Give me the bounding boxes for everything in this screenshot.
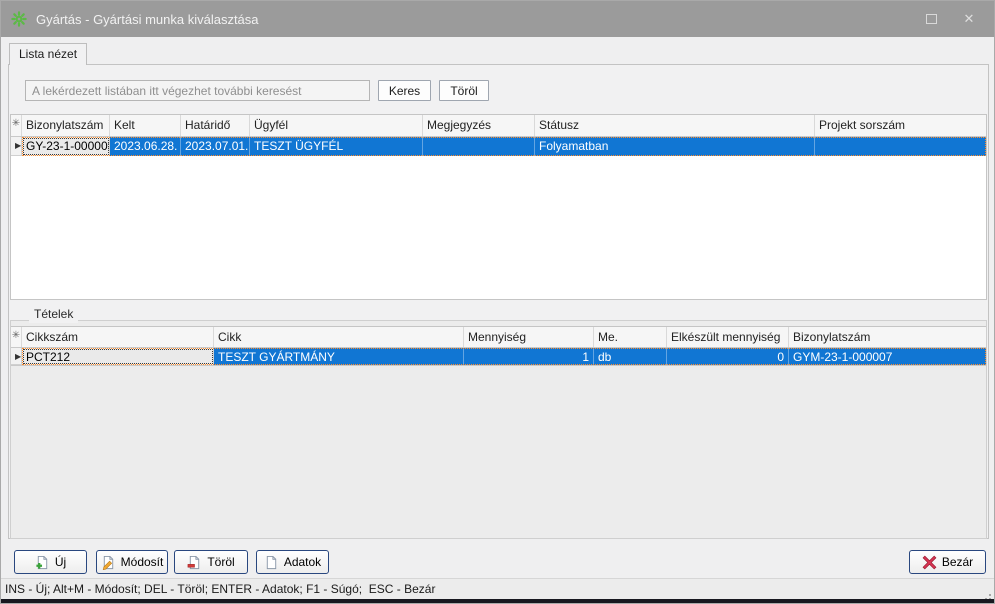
app-window: Gyártás - Gyártási munka kiválasztása ✕ … [0,0,995,604]
data-button-label: Adatok [284,555,321,569]
items-section-label: Tételek [29,307,78,323]
maximize-button[interactable] [912,1,950,37]
column-header-bizonylatszam[interactable]: Bizonylatszám [22,115,110,136]
cell-mennyiseg[interactable]: 1 [464,348,594,365]
cell-hatarido[interactable]: 2023.07.01. [181,137,250,156]
cell-ugyfel[interactable]: TESZT ÜGYFÉL [250,137,423,156]
items-grid: ✳ Cikkszám Cikk Mennyiség Me. Elkészült … [11,326,986,366]
page-minus-icon [187,555,202,570]
filter-asterisk-icon: ✳ [11,115,22,136]
selected-row-highlight: GY-23-1-000003 2023.06.28. 2023.07.01. T… [22,137,986,156]
cell-cikkszam[interactable]: PCT212 [22,348,214,365]
search-button[interactable]: Keres [378,80,431,101]
cell-me[interactable]: db [594,348,667,365]
column-header-me[interactable]: Me. [594,327,667,347]
filter-asterisk-icon: ✳ [11,327,22,347]
column-header-hatarido[interactable]: Határidő [181,115,250,136]
orders-grid: ✳ Bizonylatszám Kelt Határidő Ügyfél Meg… [10,114,987,300]
tab-panel: Keres Töröl ✳ Bizonylatszám Kelt Határid… [8,64,989,539]
cell-statusz[interactable]: Folyamatban [535,137,815,156]
table-row[interactable]: ▶ GY-23-1-000003 2023.06.28. 2023.07.01.… [11,137,986,156]
window-title: Gyártás - Gyártási munka kiválasztása [36,12,259,27]
page-icon [264,555,279,570]
delete-button-label: Töröl [207,555,234,569]
table-row[interactable]: ▶ PCT212 TESZT GYÁRTMÁNY 1 db 0 GYM-23-1… [11,348,986,366]
cell-megjegyzes[interactable] [423,137,535,156]
close-form-button-label: Bezár [942,555,973,569]
column-header-cikkszam[interactable]: Cikkszám [22,327,214,347]
maximize-icon [926,14,937,24]
gear-icon [11,11,27,27]
column-header-cikk[interactable]: Cikk [214,327,464,347]
search-input[interactable] [25,80,370,101]
data-button[interactable]: Adatok [256,550,329,574]
cell-kelt[interactable]: 2023.06.28. [110,137,181,156]
row-indicator-icon: ▶ [11,348,22,365]
column-header-megjegyzes[interactable]: Megjegyzés [423,115,535,136]
title-bar: Gyártás - Gyártási munka kiválasztása ✕ [1,1,994,37]
column-header-projekt-sorszam[interactable]: Projekt sorszám [815,115,986,136]
close-button[interactable]: ✕ [950,1,988,37]
column-header-elkeszult-mennyiseg[interactable]: Elkészült mennyiség [667,327,789,347]
column-header-statusz[interactable]: Státusz [535,115,815,136]
clear-search-button[interactable]: Töröl [439,80,489,101]
page-pencil-icon [101,555,116,570]
cell-bizonylatszam[interactable]: GY-23-1-000003 [22,137,110,156]
cell-bizonylatszam[interactable]: GYM-23-1-000007 [789,348,986,365]
column-header-kelt[interactable]: Kelt [110,115,181,136]
status-bar: INS - Új; Alt+M - Módosít; DEL - Töröl; … [1,578,994,599]
close-icon: ✕ [964,11,975,27]
window-bottom-edge [1,599,994,604]
items-grid-header: ✳ Cikkszám Cikk Mennyiség Me. Elkészült … [11,326,986,348]
selected-row-highlight: PCT212 TESZT GYÁRTMÁNY 1 db 0 GYM-23-1-0… [22,348,986,365]
row-indicator-icon: ▶ [11,137,22,156]
delete-button[interactable]: Töröl [174,550,248,574]
column-header-bizonylatszam[interactable]: Bizonylatszám [789,327,986,347]
close-form-button[interactable]: Bezár [909,550,986,574]
cell-cikk[interactable]: TESZT GYÁRTMÁNY [214,348,464,365]
window-controls: ✕ [912,1,988,37]
cell-projekt-sorszam[interactable] [815,137,986,156]
column-header-ugyfel[interactable]: Ügyfél [250,115,423,136]
new-button-label: Új [55,555,66,569]
orders-grid-header: ✳ Bizonylatszám Kelt Határidő Ügyfél Meg… [11,115,986,137]
page-plus-icon [35,555,50,570]
modify-button[interactable]: Módosít [96,550,168,574]
modify-button-label: Módosít [121,555,164,569]
column-header-mennyiseg[interactable]: Mennyiség [464,327,594,347]
red-x-icon [922,555,937,570]
tab-lista-nezet[interactable]: Lista nézet [9,43,87,65]
items-groupbox: ✳ Cikkszám Cikk Mennyiség Me. Elkészült … [10,320,987,539]
cell-elkeszult-mennyiseg[interactable]: 0 [667,348,789,365]
new-button[interactable]: Új [14,550,87,574]
